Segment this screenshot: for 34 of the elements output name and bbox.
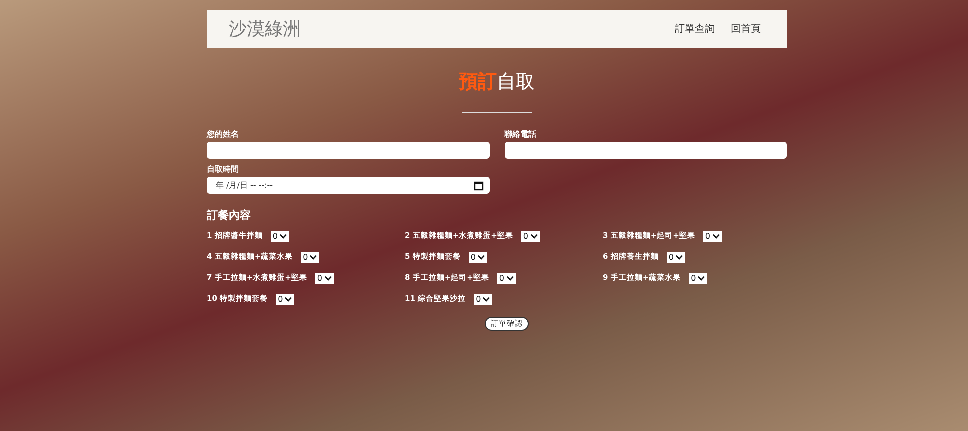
caret-icon (310, 254, 318, 260)
quantity-dropdown[interactable]: 0 (689, 272, 708, 284)
quantity-dropdown[interactable]: 0 (276, 294, 294, 304)
calendar-icon (474, 180, 484, 190)
quantity-dropdown[interactable]: 0 (301, 252, 320, 262)
quantity-dropdown[interactable]: 0 (468, 252, 487, 262)
quantity-dropdown[interactable]: 0 (474, 294, 492, 304)
field-label: 您的姓名 (207, 129, 240, 140)
caret-icon (506, 276, 514, 280)
nav-link[interactable]: 訂單查詢 (675, 22, 715, 36)
caret-icon (324, 276, 332, 280)
caret-icon (698, 276, 706, 280)
brand-logo: 沙漠綠洲 (229, 18, 301, 41)
section-title: 訂餐內容 (207, 208, 252, 223)
name-input-field[interactable] (207, 142, 490, 159)
caret-icon (712, 234, 720, 238)
quantity-dropdown[interactable]: 0 (497, 272, 516, 284)
quantity-dropdown[interactable]: 0 (703, 230, 722, 242)
caret-icon (478, 254, 485, 260)
caret-icon (530, 234, 538, 238)
quantity-dropdown[interactable]: 0 (521, 230, 540, 242)
nav-link[interactable]: 回首頁 (731, 22, 761, 36)
phone-input-field[interactable] (504, 142, 787, 159)
quantity-dropdown[interactable]: 0 (666, 252, 685, 262)
pickup-time-field[interactable]: 年 /月/日 -- --:-- (207, 177, 490, 194)
caret-icon (280, 234, 287, 238)
page-title: 預訂自取 (458, 70, 536, 94)
caret-icon (483, 296, 490, 302)
field-label: 聯絡電話 (504, 129, 538, 140)
quantity-dropdown[interactable]: 0 (270, 230, 289, 242)
caret-icon (676, 254, 683, 260)
field-label: 自取時間 (207, 164, 240, 175)
caret-icon (285, 296, 292, 302)
quantity-dropdown[interactable]: 0 (315, 272, 334, 284)
